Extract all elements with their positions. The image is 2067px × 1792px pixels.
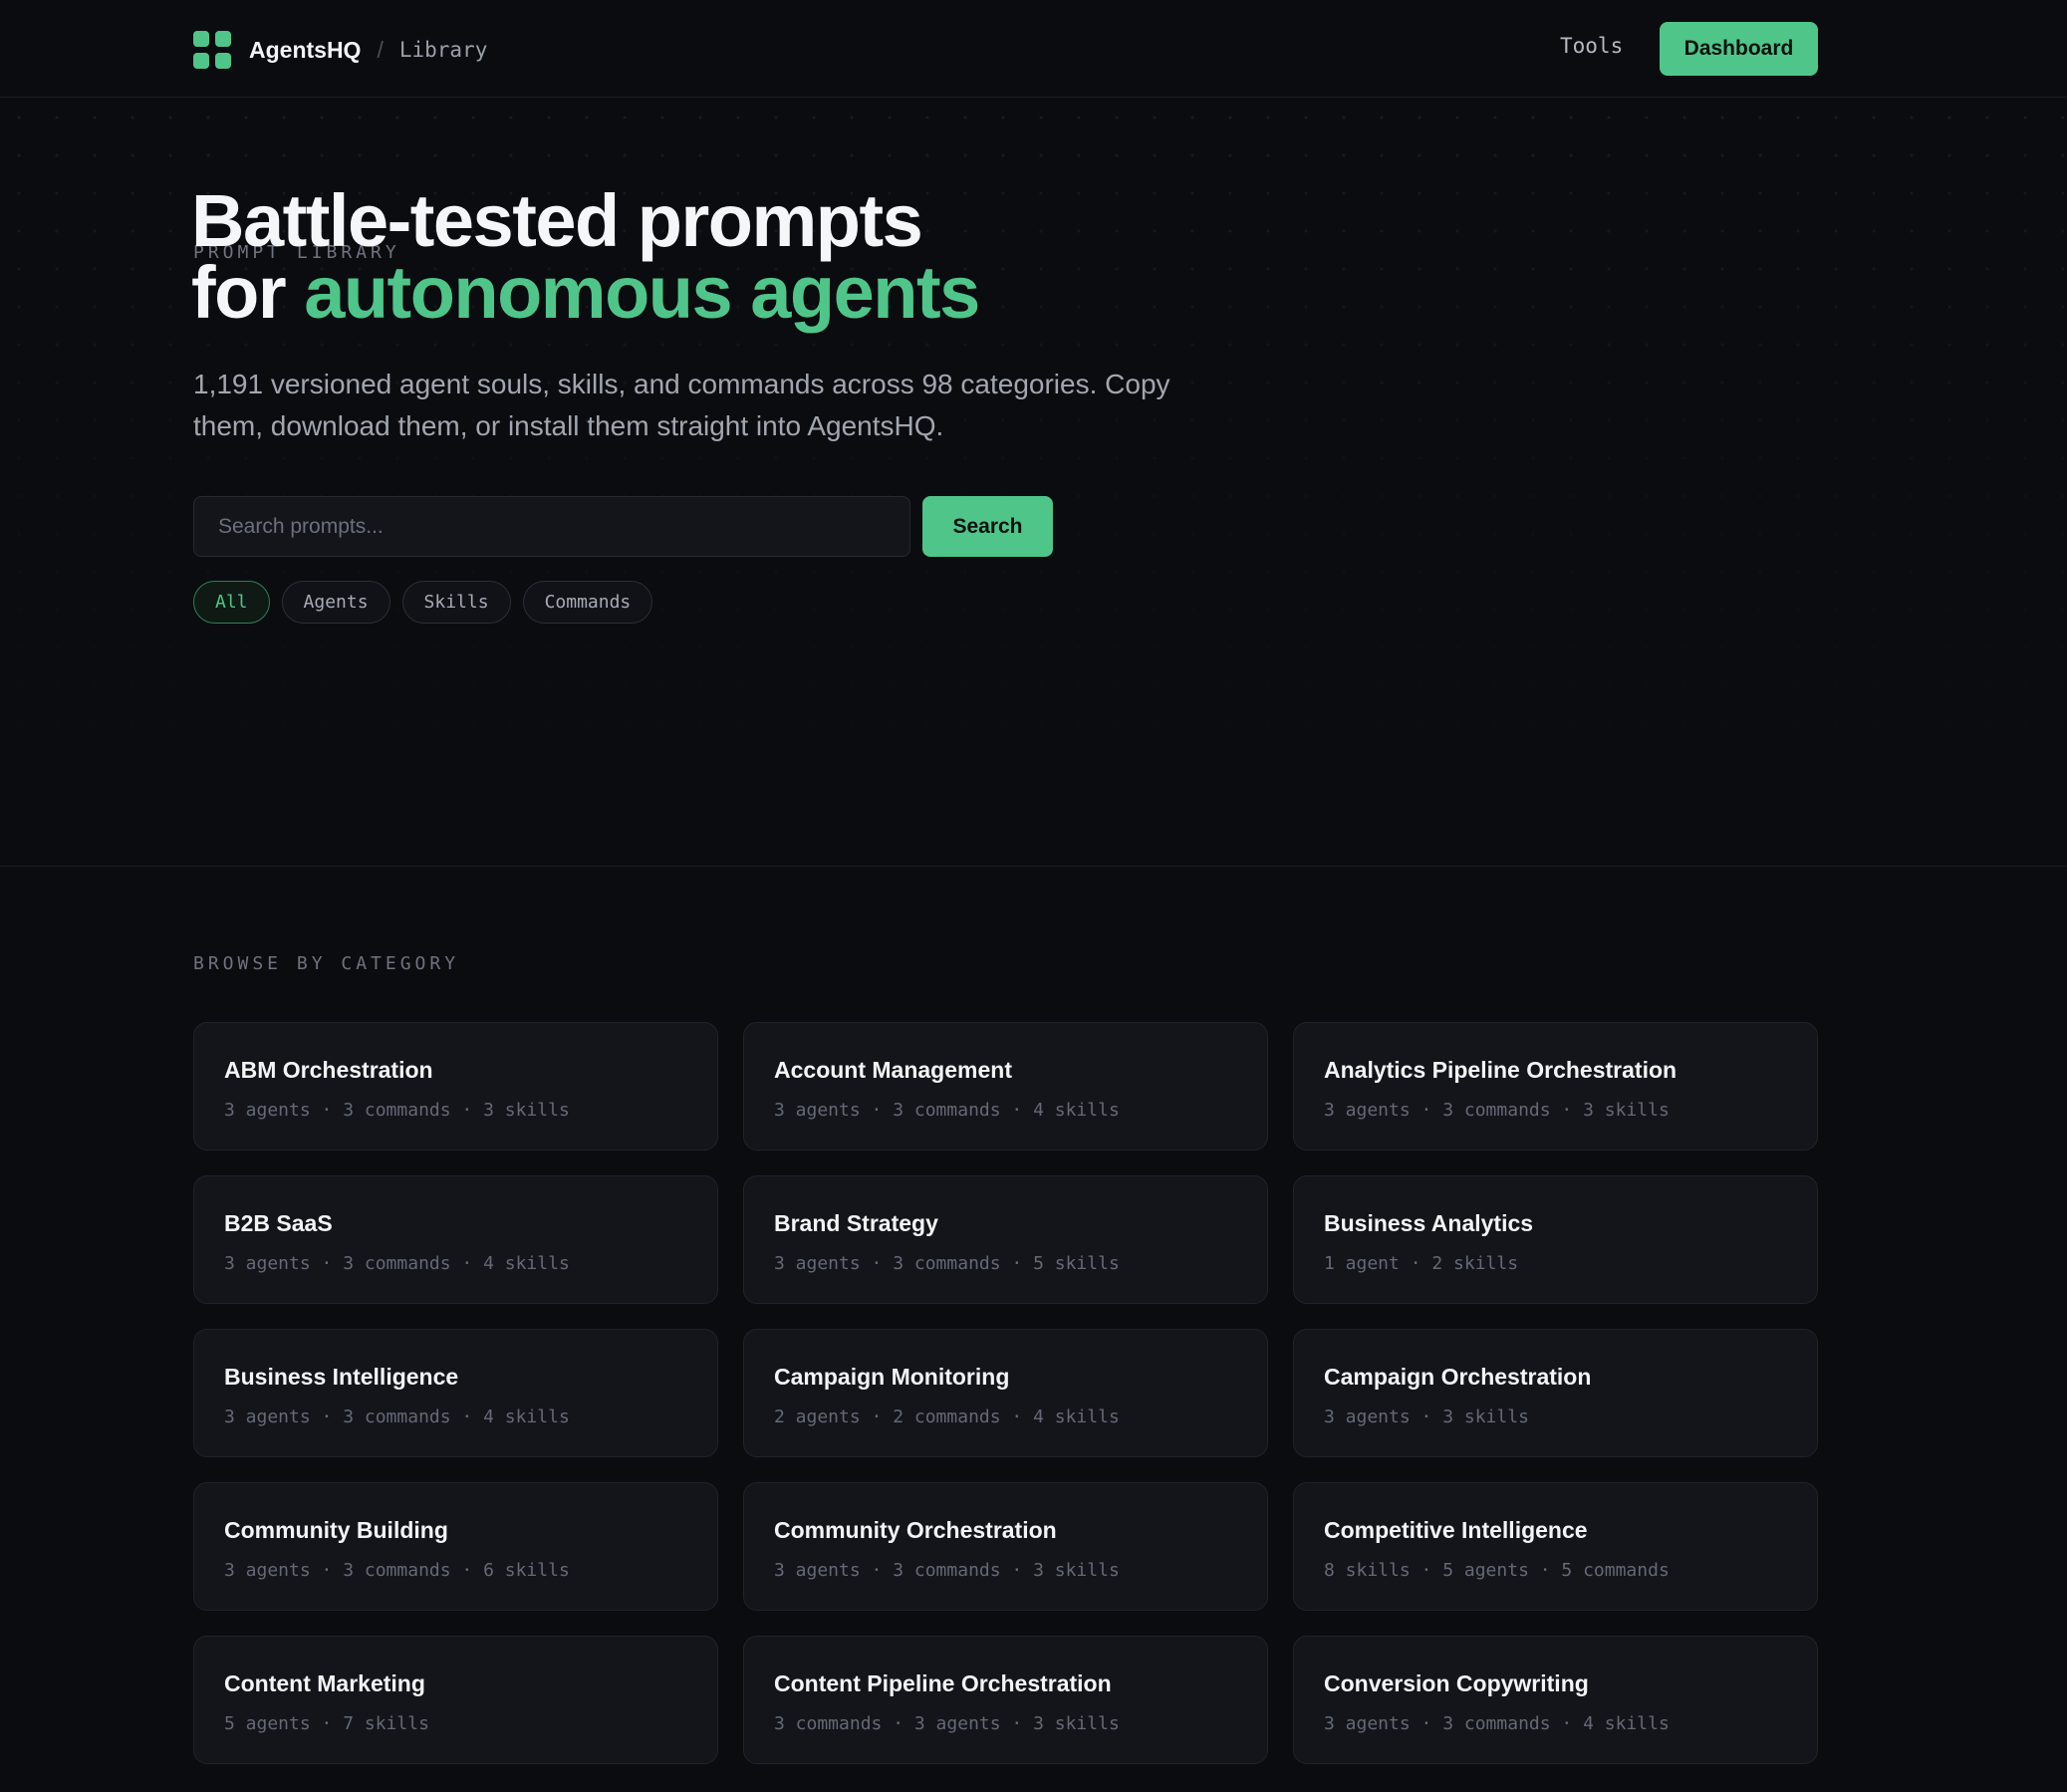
dashboard-button[interactable]: Dashboard	[1660, 22, 1818, 76]
breadcrumb-library[interactable]: Library	[399, 38, 488, 62]
category-title: ABM Orchestration	[224, 1057, 433, 1083]
category-meta: 8 skills · 5 agents · 5 commands	[1324, 1560, 1670, 1581]
brand-name: AgentsHQ	[249, 36, 362, 63]
category-card[interactable]: Community Orchestration 3 agents · 3 com…	[743, 1482, 1268, 1611]
category-card[interactable]: Content Pipeline Orchestration 3 command…	[743, 1636, 1268, 1764]
category-meta: 1 agent · 2 skills	[1324, 1253, 1519, 1274]
category-title: Community Building	[224, 1517, 448, 1543]
filter-skills[interactable]: Skills	[401, 581, 511, 624]
category-meta: 3 agents · 3 commands · 4 skills	[1324, 1713, 1670, 1734]
category-meta: 3 agents · 3 commands · 6 skills	[224, 1560, 570, 1581]
category-title: Competitive Intelligence	[1324, 1517, 1588, 1543]
section-label-categories: BROWSE BY CATEGORY	[193, 953, 460, 974]
category-meta: 3 agents · 3 skills	[1324, 1407, 1529, 1427]
category-card[interactable]: Account Management 3 agents · 3 commands…	[743, 1022, 1268, 1151]
page-title: Battle-tested prompts for autonomous age…	[191, 184, 980, 330]
filter-commands[interactable]: Commands	[522, 581, 653, 624]
category-meta: 3 agents · 3 commands · 3 skills	[774, 1560, 1120, 1581]
category-meta: 5 agents · 7 skills	[224, 1713, 429, 1734]
category-title: B2B SaaS	[224, 1210, 333, 1236]
category-card[interactable]: Campaign Monitoring 2 agents · 2 command…	[743, 1329, 1268, 1457]
category-card[interactable]: Business Intelligence 3 agents · 3 comma…	[193, 1329, 718, 1457]
category-title: Brand Strategy	[774, 1210, 938, 1236]
title-line-2-prefix: for	[191, 251, 305, 334]
category-meta: 3 agents · 3 commands · 5 skills	[774, 1253, 1120, 1274]
grid-logo-icon	[193, 31, 231, 69]
title-line-2-accent: autonomous agents	[304, 251, 980, 334]
category-title: Campaign Monitoring	[774, 1364, 1010, 1390]
category-card[interactable]: Campaign Orchestration 3 agents · 3 skil…	[1293, 1329, 1818, 1457]
hero-description: 1,191 versioned agent souls, skills, and…	[193, 369, 1170, 441]
category-title: Business Intelligence	[224, 1364, 459, 1390]
category-card[interactable]: Analytics Pipeline Orchestration 3 agent…	[1293, 1022, 1818, 1151]
search-input[interactable]	[193, 496, 910, 557]
category-title: Business Analytics	[1324, 1210, 1534, 1236]
category-title: Conversion Copywriting	[1324, 1670, 1589, 1696]
category-meta: 3 agents · 3 commands · 4 skills	[224, 1407, 570, 1427]
category-title: Community Orchestration	[774, 1517, 1057, 1543]
category-title: Campaign Orchestration	[1324, 1364, 1592, 1390]
category-meta: 3 agents · 3 commands · 3 skills	[224, 1100, 570, 1121]
category-title: Content Marketing	[224, 1670, 425, 1696]
category-meta: 3 commands · 3 agents · 3 skills	[774, 1713, 1120, 1734]
category-card[interactable]: Competitive Intelligence 8 skills · 5 ag…	[1293, 1482, 1818, 1611]
category-card[interactable]: Content Marketing 5 agents · 7 skills	[193, 1636, 718, 1764]
category-title: Analytics Pipeline Orchestration	[1324, 1057, 1678, 1083]
title-line-1: Battle-tested prompts	[191, 179, 923, 262]
category-meta: 3 agents · 3 commands · 4 skills	[774, 1100, 1120, 1121]
nav-tools-link[interactable]: Tools	[1560, 34, 1623, 58]
category-card[interactable]: ABM Orchestration 3 agents · 3 commands …	[193, 1022, 718, 1151]
breadcrumb-separator: /	[377, 36, 384, 63]
category-meta: 2 agents · 2 commands · 4 skills	[774, 1407, 1120, 1427]
category-meta: 3 agents · 3 commands · 4 skills	[224, 1253, 570, 1274]
category-card[interactable]: Brand Strategy 3 agents · 3 commands · 5…	[743, 1175, 1268, 1304]
category-card[interactable]: Conversion Copywriting 3 agents · 3 comm…	[1293, 1636, 1818, 1764]
category-meta: 3 agents · 3 commands · 3 skills	[1324, 1100, 1670, 1121]
category-card[interactable]: B2B SaaS 3 agents · 3 commands · 4 skill…	[193, 1175, 718, 1304]
filter-all[interactable]: All	[193, 581, 270, 624]
category-grid: ABM Orchestration 3 agents · 3 commands …	[193, 1022, 1818, 1764]
brand-link[interactable]: AgentsHQ / Library	[193, 30, 487, 70]
category-card[interactable]: Community Building 3 agents · 3 commands…	[193, 1482, 718, 1611]
type-filters: All Agents Skills Commands	[193, 581, 653, 624]
category-card[interactable]: Business Analytics 1 agent · 2 skills	[1293, 1175, 1818, 1304]
category-title: Content Pipeline Orchestration	[774, 1670, 1112, 1696]
category-title: Account Management	[774, 1057, 1012, 1083]
filter-agents[interactable]: Agents	[281, 581, 390, 624]
search-button[interactable]: Search	[922, 496, 1053, 557]
top-nav: AgentsHQ / Library Tools Dashboard	[0, 0, 2067, 98]
